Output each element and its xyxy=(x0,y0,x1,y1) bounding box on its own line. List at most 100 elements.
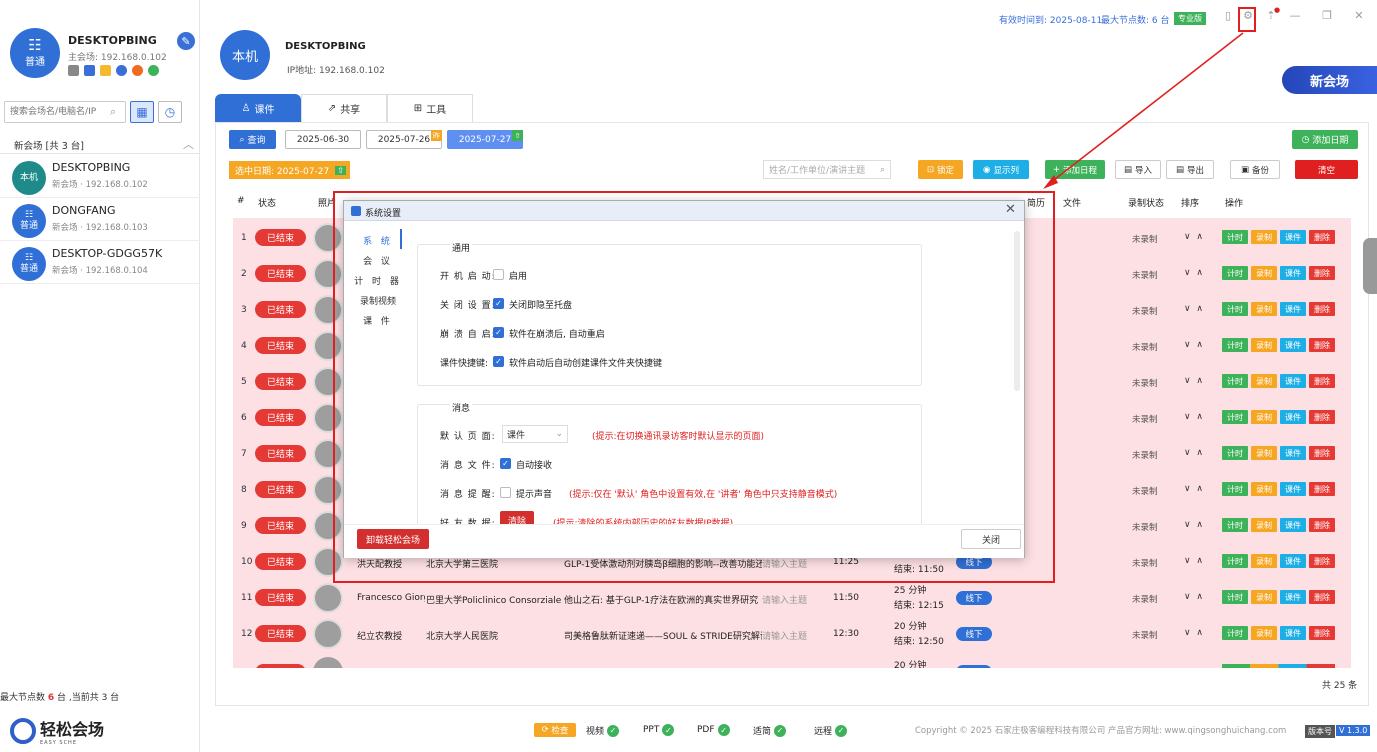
timer-button[interactable]: 计时 xyxy=(1222,482,1248,496)
delete-button[interactable]: 删除 xyxy=(1309,302,1335,316)
chevron-down-icon[interactable]: ∨ xyxy=(1184,412,1191,422)
status-badge[interactable]: 已结束 xyxy=(255,301,306,318)
chevron-down-icon[interactable]: ∨ xyxy=(1184,376,1191,386)
new-venue-button[interactable]: 新会场 xyxy=(1282,66,1377,94)
tab-share[interactable]: ⇗ 共享 xyxy=(301,94,387,122)
edit-icon[interactable]: ✎ xyxy=(177,32,195,50)
side-drawer-handle[interactable] xyxy=(1363,238,1377,294)
delete-button[interactable]: 删除 xyxy=(1309,374,1335,388)
chevron-up-icon[interactable]: ∧ xyxy=(1196,520,1203,530)
timer-button[interactable]: 计时 xyxy=(1222,626,1248,640)
date-tab[interactable]: 2025-06-30 xyxy=(285,130,361,149)
courseware-button[interactable]: 课件 xyxy=(1280,518,1306,532)
clear-button[interactable]: 清空 xyxy=(1295,160,1358,179)
speaker-photo[interactable] xyxy=(313,583,343,613)
client-item[interactable]: ☷ 普通 DESKTOP-GDGG57K 新会场 · 192.168.0.104 xyxy=(0,241,200,284)
restore-icon[interactable]: ❐ xyxy=(1320,9,1334,23)
schedule-search-input[interactable]: 姓名/工作单位/演讲主题 ⌕ xyxy=(763,160,891,179)
query-button[interactable]: ⌕ 查询 xyxy=(229,130,276,149)
timer-button[interactable]: 计时 xyxy=(1222,338,1248,352)
courseware-button[interactable]: 课件 xyxy=(1280,374,1306,388)
chevron-down-icon[interactable]: ∨ xyxy=(1184,520,1191,530)
status-badge[interactable]: 已结束 xyxy=(255,229,306,246)
chevron-down-icon[interactable]: ∨ xyxy=(1184,304,1191,314)
status-badge[interactable]: 已结束 xyxy=(255,589,306,606)
show-columns-button[interactable]: ◉ 显示列 xyxy=(973,160,1029,179)
chevron-up-icon[interactable]: ∧ xyxy=(1196,592,1203,602)
delete-button[interactable]: 删除 xyxy=(1309,410,1335,424)
client-item[interactable]: 本机 DESKTOPBING 新会场 · 192.168.0.102 xyxy=(0,155,200,198)
delete-button[interactable]: 删除 xyxy=(1309,554,1335,568)
import-button[interactable]: ▤ 导入 xyxy=(1115,160,1161,179)
chevron-down-icon[interactable]: ∨ xyxy=(1184,448,1191,458)
chevron-down-icon[interactable]: ∨ xyxy=(1184,340,1191,350)
chevron-up-icon[interactable]: ︿ xyxy=(183,136,194,152)
record-button[interactable]: 录制 xyxy=(1251,518,1277,532)
record-button[interactable]: 录制 xyxy=(1251,446,1277,460)
courseware-button[interactable]: 课件 xyxy=(1280,338,1306,352)
delete-button[interactable]: 删除 xyxy=(1309,590,1335,604)
date-tab-selected[interactable]: 2025-07-27 ⇧ xyxy=(447,130,523,149)
topic-placeholder[interactable]: 请输入主题 xyxy=(762,629,807,642)
export-button[interactable]: ▤ 导出 xyxy=(1166,160,1214,179)
lock-button[interactable]: ⊡ 锁定 xyxy=(918,160,963,179)
record-button[interactable]: 录制 xyxy=(1251,410,1277,424)
delete-button[interactable]: 删除 xyxy=(1309,338,1335,352)
tab-tools[interactable]: ⊞ 工具 xyxy=(387,94,473,122)
search-icon[interactable]: ⌕ xyxy=(110,105,116,119)
status-badge[interactable]: 已结束 xyxy=(255,553,306,570)
document-icon[interactable]: ▯ xyxy=(1221,9,1235,23)
sidebar-search-input[interactable] xyxy=(4,101,126,123)
check-button[interactable]: ⟳ 检查 xyxy=(534,723,576,737)
chevron-up-icon[interactable]: ∧ xyxy=(1196,484,1203,494)
table-row[interactable]: 12 已结束 纪立农教授 北京大学人民医院 司美格鲁肽新证速递——SOUL & STRI… xyxy=(233,616,1351,652)
courseware-button[interactable]: 课件 xyxy=(1280,590,1306,604)
record-button[interactable]: 录制 xyxy=(1251,374,1277,388)
status-badge[interactable]: 已结束 xyxy=(255,373,306,390)
timer-button[interactable]: 计时 xyxy=(1222,266,1248,280)
chevron-up-icon[interactable]: ∧ xyxy=(1196,268,1203,278)
add-schedule-button[interactable]: + 添加日程 xyxy=(1045,160,1105,179)
offline-badge[interactable]: 线下 xyxy=(956,591,992,605)
chevron-up-icon[interactable]: ∧ xyxy=(1196,448,1203,458)
timer-button[interactable]: 计时 xyxy=(1222,590,1248,604)
client-item[interactable]: ☷ 普通 DONGFANG 新会场 · 192.168.0.103 xyxy=(0,198,200,241)
upload-icon[interactable]: ⇡ ● xyxy=(1264,6,1280,23)
chevron-up-icon[interactable]: ∧ xyxy=(1196,412,1203,422)
chevron-down-icon[interactable]: ∨ xyxy=(1184,484,1191,494)
chevron-down-icon[interactable]: ∨ xyxy=(1184,628,1191,638)
record-button[interactable]: 录制 xyxy=(1251,302,1277,316)
delete-button[interactable]: 删除 xyxy=(1309,230,1335,244)
courseware-button[interactable]: 课件 xyxy=(1280,446,1306,460)
record-button[interactable]: 录制 xyxy=(1251,482,1277,496)
delete-button[interactable]: 删除 xyxy=(1309,266,1335,280)
chevron-up-icon[interactable]: ∧ xyxy=(1196,628,1203,638)
record-button[interactable]: 录制 xyxy=(1251,266,1277,280)
backup-button[interactable]: ▣ 备份 xyxy=(1230,160,1280,179)
chevron-down-icon[interactable]: ∨ xyxy=(1184,232,1191,242)
offline-badge[interactable]: 线下 xyxy=(956,627,992,641)
chevron-up-icon[interactable]: ∧ xyxy=(1196,232,1203,242)
venue-group-header[interactable]: 新会场 [共 3 台] xyxy=(14,138,84,152)
status-badge[interactable]: 已结束 xyxy=(255,481,306,498)
timer-button[interactable]: 计时 xyxy=(1222,302,1248,316)
chevron-down-icon[interactable]: ∨ xyxy=(1184,592,1191,602)
timer-button[interactable]: 计时 xyxy=(1222,230,1248,244)
record-button[interactable]: 录制 xyxy=(1251,338,1277,352)
chevron-up-icon[interactable]: ∧ xyxy=(1196,556,1203,566)
status-badge[interactable]: 已结束 xyxy=(255,409,306,426)
timer-button[interactable]: 计时 xyxy=(1222,446,1248,460)
table-row[interactable]: 11 已结束 Francesco Giorg 巴里大学Policlinico Cons… xyxy=(233,580,1351,616)
add-date-button[interactable]: ◷ 添加日期 xyxy=(1292,130,1358,149)
record-button[interactable]: 录制 xyxy=(1251,230,1277,244)
date-tab[interactable]: 2025-07-26 昨 xyxy=(366,130,442,149)
speaker-photo[interactable] xyxy=(313,619,343,649)
timer-button[interactable]: 计时 xyxy=(1222,374,1248,388)
delete-button[interactable]: 删除 xyxy=(1309,518,1335,532)
timer-button[interactable]: 计时 xyxy=(1222,410,1248,424)
courseware-button[interactable]: 课件 xyxy=(1280,302,1306,316)
status-badge[interactable]: 已结束 xyxy=(255,265,306,282)
record-button[interactable]: 录制 xyxy=(1251,590,1277,604)
tab-courseware[interactable]: ♙ 课件 xyxy=(215,94,301,122)
chevron-up-icon[interactable]: ∧ xyxy=(1196,304,1203,314)
